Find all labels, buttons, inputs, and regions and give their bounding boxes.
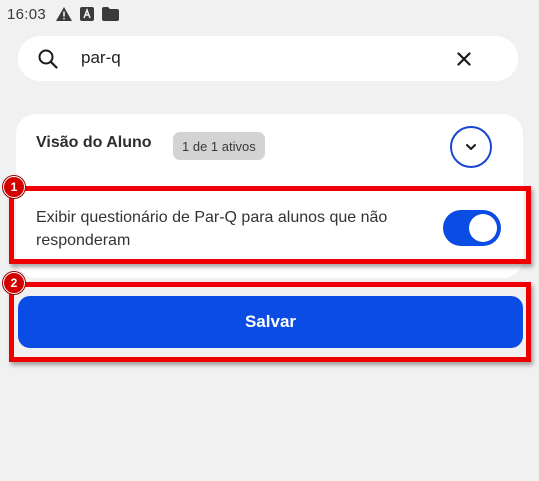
annotation-number-1: 1 (3, 176, 25, 198)
app-a-icon (80, 7, 95, 21)
status-bar: 16:03 (0, 0, 539, 28)
status-badge: 1 de 1 ativos (173, 132, 265, 160)
close-icon[interactable] (455, 50, 473, 68)
annotation-box-2 (9, 282, 531, 362)
chevron-down-icon (465, 138, 477, 156)
annotation-box-1 (9, 186, 531, 264)
annotation-number-2: 2 (3, 272, 25, 294)
search-bar (18, 36, 518, 81)
warning-icon (56, 7, 73, 21)
expand-button[interactable] (450, 126, 492, 168)
status-time: 16:03 (7, 5, 47, 23)
section-title: Visão do Aluno (36, 134, 152, 151)
search-icon (38, 49, 58, 69)
search-input[interactable] (81, 48, 441, 68)
folder-icon (102, 7, 120, 21)
